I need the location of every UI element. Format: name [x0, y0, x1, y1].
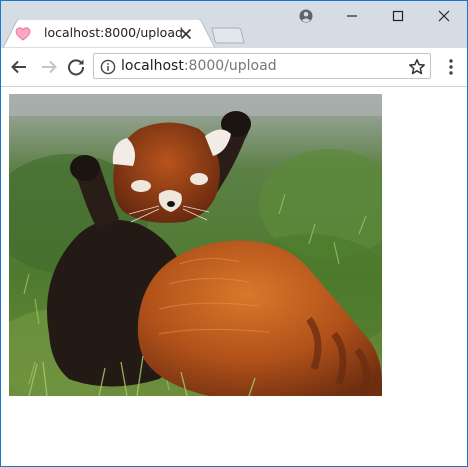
- close-window-button[interactable]: [421, 1, 467, 31]
- minimize-icon: [347, 15, 357, 17]
- maximize-icon: [392, 10, 404, 22]
- info-icon[interactable]: [100, 59, 116, 75]
- new-tab-button[interactable]: [211, 27, 245, 44]
- star-icon[interactable]: [408, 58, 426, 76]
- active-tab[interactable]: localhost:8000/upload: [3, 19, 215, 48]
- browser-window: localhost:8000/upload localhost:8000/upl…: [0, 0, 468, 467]
- reload-icon: [68, 59, 85, 76]
- tab-title: localhost:8000/upload: [44, 25, 183, 40]
- tab-strip: localhost:8000/upload: [1, 1, 467, 48]
- reload-button[interactable]: [64, 55, 88, 79]
- url-host: localhost: [121, 58, 184, 74]
- address-bar[interactable]: localhost:8000/upload: [93, 53, 431, 79]
- browser-toolbar: localhost:8000/upload: [1, 48, 467, 87]
- kebab-menu-icon[interactable]: [441, 55, 461, 79]
- maximize-button[interactable]: [375, 1, 421, 31]
- close-tab-icon[interactable]: [181, 26, 202, 42]
- back-button[interactable]: [7, 55, 31, 79]
- arrow-right-icon: [42, 60, 57, 74]
- close-icon: [438, 10, 450, 22]
- arrow-left-icon: [11, 60, 26, 74]
- heart-icon: [15, 26, 39, 42]
- account-circle-icon: [299, 9, 313, 23]
- url-text[interactable]: localhost:8000/upload: [121, 58, 277, 74]
- page-content: [1, 87, 467, 466]
- minimize-button[interactable]: [329, 1, 375, 31]
- forward-button[interactable]: [37, 55, 61, 79]
- profile-button[interactable]: [283, 1, 329, 31]
- red-panda-image: [9, 94, 382, 396]
- url-path: :8000/upload: [183, 58, 277, 74]
